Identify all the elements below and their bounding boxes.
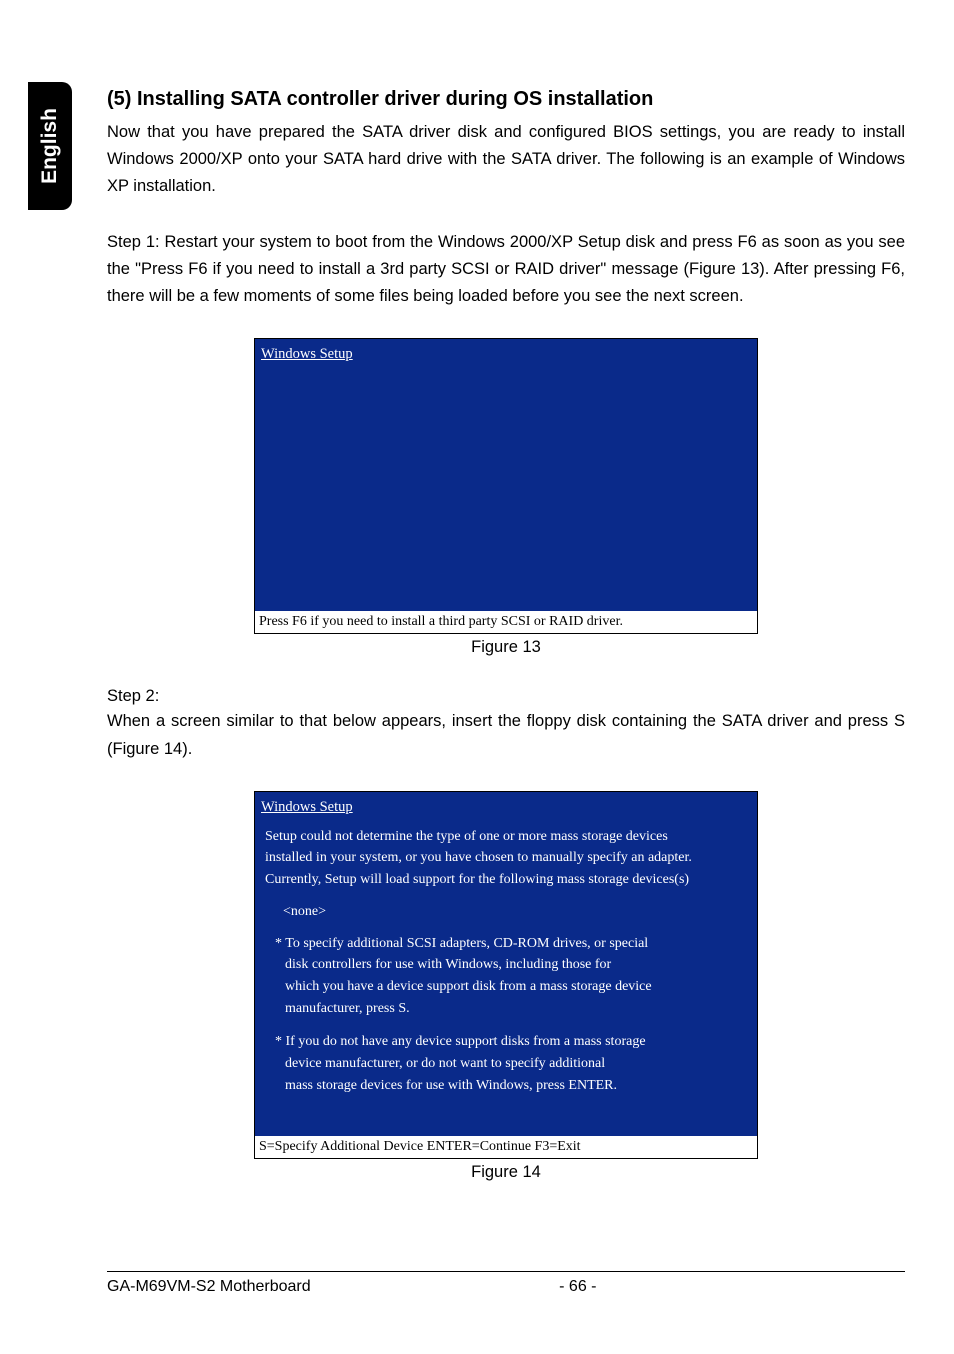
figure-13-blank-area xyxy=(261,367,749,609)
figure-13-box: Windows Setup Press F6 if you need to in… xyxy=(254,338,758,634)
fig14-line2: installed in your system, or you have ch… xyxy=(265,847,745,869)
fig14-spacer xyxy=(265,1096,745,1132)
figure-14-screen: Windows Setup Setup could not determine … xyxy=(255,792,757,1137)
figure-14-body: Setup could not determine the type of on… xyxy=(261,820,749,1135)
footer-line: GA-M69VM-S2 Motherboard - 66 - xyxy=(107,1271,905,1296)
paragraph-2-step1: Step 1: Restart your system to boot from… xyxy=(107,229,905,311)
fig14-none: <none> xyxy=(283,901,745,923)
fig14-b1-l3: which you have a device support disk fro… xyxy=(285,976,745,998)
footer-page-number: - 66 - xyxy=(251,1278,905,1296)
figure-14-caption: Figure 14 xyxy=(107,1163,905,1182)
figure-14-footer: S=Specify Additional Device ENTER=Contin… xyxy=(255,1136,757,1158)
fig14-b2-l1: * If you do not have any device support … xyxy=(275,1031,745,1053)
fig14-b1-l1: * To specify additional SCSI adapters, C… xyxy=(275,933,745,955)
step-2-text: When a screen similar to that below appe… xyxy=(107,708,905,762)
step-2-label: Step 2: xyxy=(107,687,905,706)
fig14-b1-l2: disk controllers for use with Windows, i… xyxy=(285,954,745,976)
figure-14-box: Windows Setup Setup could not determine … xyxy=(254,791,758,1160)
fig14-b2-l3: mass storage devices for use with Window… xyxy=(285,1075,745,1097)
figure-13-screen: Windows Setup xyxy=(255,339,757,611)
paragraph-1: Now that you have prepared the SATA driv… xyxy=(107,119,905,201)
figure-13-caption: Figure 13 xyxy=(107,638,905,657)
figure-13-footer: Press F6 if you need to install a third … xyxy=(255,611,757,633)
fig14-b2-l2: device manufacturer, or do not want to s… xyxy=(285,1053,745,1075)
section-heading: (5) Installing SATA controller driver du… xyxy=(107,88,905,111)
page-footer: GA-M69VM-S2 Motherboard - 66 - xyxy=(107,1271,905,1296)
fig14-b1-l4: manufacturer, press S. xyxy=(285,998,745,1020)
fig14-line3: Currently, Setup will load support for t… xyxy=(265,869,745,891)
language-tab: English xyxy=(28,82,72,210)
page-content: (5) Installing SATA controller driver du… xyxy=(107,88,905,1182)
figure-14-title: Windows Setup xyxy=(261,799,353,816)
figure-13-title: Windows Setup xyxy=(261,346,353,363)
language-tab-label: English xyxy=(38,108,62,184)
fig14-line1: Setup could not determine the type of on… xyxy=(265,826,745,848)
